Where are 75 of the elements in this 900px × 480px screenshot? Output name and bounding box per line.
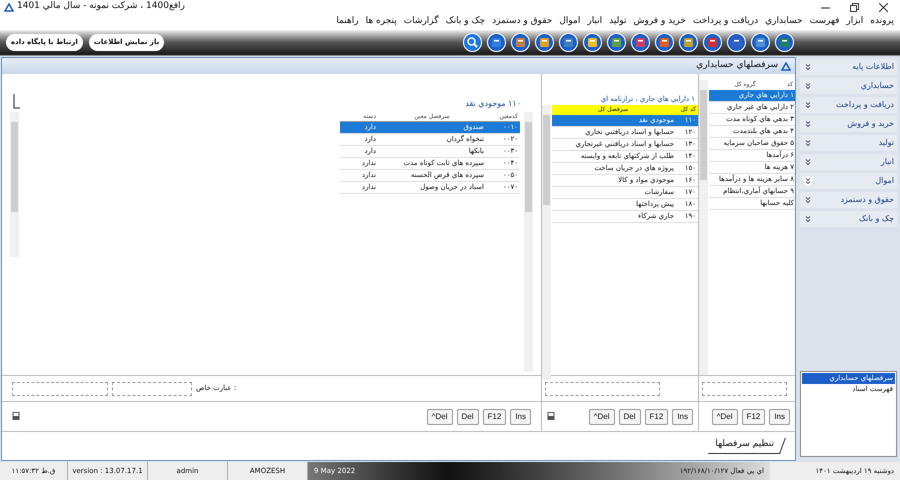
sidebar-label: خريد و فروش (847, 118, 894, 130)
sidebar-section[interactable]: خريد و فروش (800, 116, 897, 132)
document-icon[interactable] (751, 33, 770, 52)
menu-item[interactable]: توليد (609, 15, 626, 29)
menu-item[interactable]: فهرست (810, 15, 840, 29)
document-icon[interactable] (511, 33, 530, 52)
menu-item[interactable]: حقوق و دستمزد (492, 15, 552, 29)
command-button[interactable]: F12 (742, 408, 766, 424)
menu-item[interactable]: گزارشات (404, 15, 439, 29)
menu-item[interactable]: ابزار (846, 15, 864, 29)
document-icon[interactable] (487, 33, 506, 52)
document-icon[interactable] (583, 33, 602, 52)
search-icon[interactable] (463, 33, 482, 52)
menu-item[interactable]: راهنما (336, 15, 359, 29)
menu-item[interactable]: اموال (559, 15, 580, 29)
command-button[interactable]: F12 (644, 408, 668, 424)
input-field[interactable] (12, 382, 108, 396)
printer-icon[interactable] (12, 412, 20, 421)
sidebar-label: اطلاعات پايه (852, 61, 894, 73)
form-title: سرفصلهاي حسابداري (696, 59, 778, 72)
command-button[interactable]: Ins (769, 408, 790, 424)
command-button[interactable]: Ins (672, 408, 693, 424)
scrollbar[interactable] (10, 112, 19, 257)
sidebar-section[interactable]: توليد (800, 135, 897, 151)
section-heading: ۱۱۰ موجودي نقد (465, 98, 522, 110)
command-button[interactable]: Del (456, 408, 479, 424)
menu-item[interactable]: پنجره ها (366, 15, 397, 29)
document-icon[interactable] (775, 33, 794, 52)
sidebar-section[interactable]: اموال (800, 173, 897, 189)
sidebar-label: چک و بانک (858, 213, 894, 225)
command-button[interactable]: ^Del (588, 408, 615, 424)
scrollbar[interactable] (699, 80, 708, 375)
sidebar-label: انبار (880, 156, 894, 168)
document-icon[interactable] (535, 33, 554, 52)
document-icon[interactable] (607, 33, 626, 52)
tab[interactable]: تنظيم سرفصلها (708, 438, 786, 454)
sidebar-label: حقوق و دستمزد (840, 194, 894, 206)
command-button[interactable]: ^Del (712, 408, 738, 424)
command-button[interactable]: Del (618, 408, 641, 424)
document-icon[interactable] (703, 33, 722, 52)
input-field[interactable] (702, 382, 787, 396)
app-logo-icon (4, 2, 14, 12)
command-button[interactable]: F12 (482, 408, 506, 424)
menu-item[interactable]: دريافت و پرداخت (692, 15, 758, 29)
sidebar-section[interactable]: انبار (800, 154, 897, 170)
window-title: رافع1400 ، شرکت نمونه - سال مالي 1401 (17, 0, 185, 14)
sidebar-section[interactable]: اطلاعات پايه (800, 59, 897, 75)
menu-item[interactable]: انبار (587, 15, 602, 29)
sidebar-label: حسابداري (860, 80, 894, 92)
menu-item[interactable]: خريد و فروش (634, 15, 686, 29)
command-button[interactable]: Ins (510, 408, 531, 424)
maximize-icon[interactable] (850, 2, 859, 12)
menu-item[interactable]: پرونده (870, 15, 894, 29)
sidebar-label: اموال (875, 175, 894, 187)
input-field[interactable] (112, 382, 192, 396)
sidebar-section[interactable]: دريافت و پرداخت (800, 97, 897, 113)
input-field[interactable] (545, 382, 660, 396)
command-button[interactable]: ^Del (426, 408, 453, 424)
scrollbar[interactable] (524, 112, 533, 372)
printer-icon[interactable] (547, 412, 555, 421)
sidebar-label: توليد (878, 137, 894, 149)
sidebar-section[interactable]: حقوق و دستمزد (800, 192, 897, 208)
document-icon[interactable] (679, 33, 698, 52)
app-logo-icon (781, 62, 791, 70)
sidebar-label: دريافت و پرداخت (836, 99, 894, 111)
document-icon[interactable] (655, 33, 674, 52)
sidebar-section[interactable]: چک و بانک (800, 211, 897, 227)
document-icon[interactable] (559, 33, 578, 52)
close-icon[interactable] (879, 2, 888, 12)
document-icon[interactable] (631, 33, 650, 52)
scrollbar[interactable] (542, 104, 551, 380)
menu-item[interactable]: چک و بانک (446, 15, 486, 29)
menu-item[interactable]: حسابداري (765, 15, 803, 29)
document-icon[interactable] (727, 33, 746, 52)
sidebar-section[interactable]: حسابداري (800, 78, 897, 94)
